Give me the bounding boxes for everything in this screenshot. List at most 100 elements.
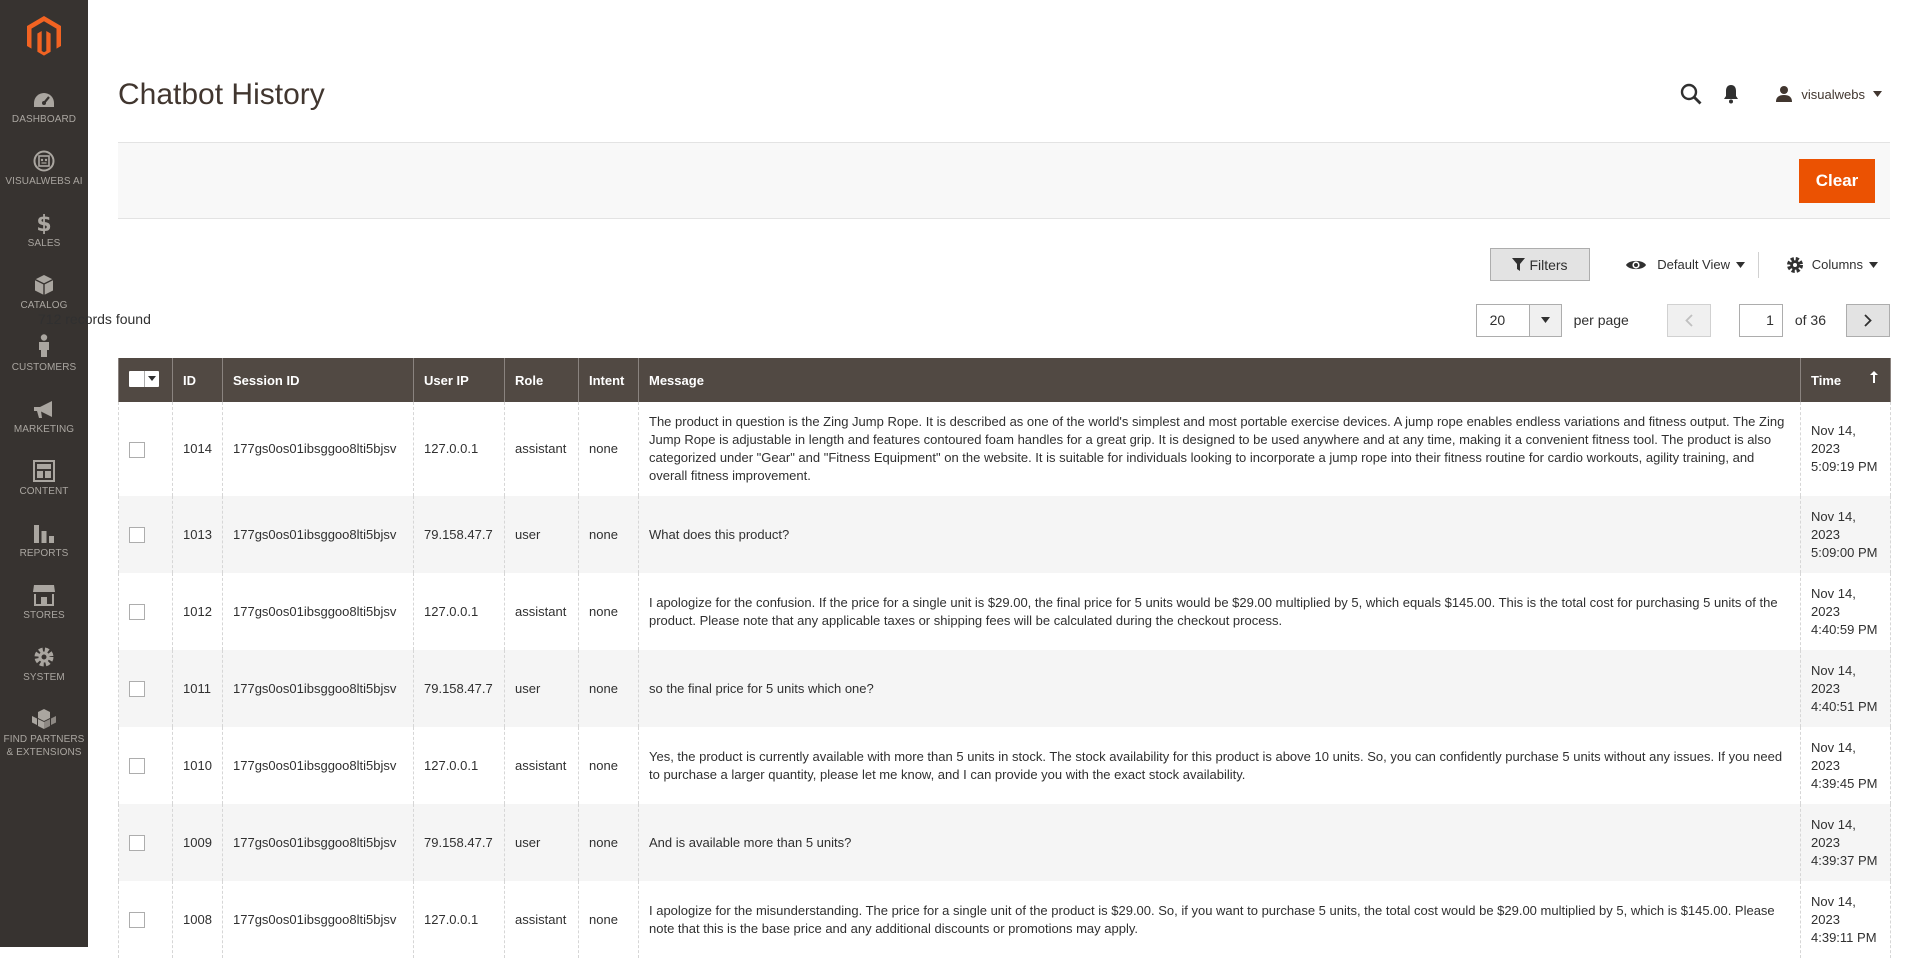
mass-select-header xyxy=(118,358,173,402)
notifications-button[interactable] xyxy=(1711,80,1751,108)
nav-stores[interactable]: Stores xyxy=(0,582,88,644)
nav-reports[interactable]: Reports xyxy=(0,520,88,582)
cell-message: so the final price for 5 units which one… xyxy=(638,650,1801,727)
row-select-cell xyxy=(118,496,173,573)
default-view-dropdown[interactable]: Default View xyxy=(1625,248,1745,281)
nav-marketing[interactable]: Marketing xyxy=(0,396,88,458)
chevron-down-icon xyxy=(1736,261,1745,268)
nav-sales[interactable]: $ Sales xyxy=(0,210,88,272)
cell-time: Nov 14, 2023 5:09:19 PM xyxy=(1800,402,1891,496)
table-row: 1010 177gs0os01ibsggoo8lti5bjsv 127.0.0.… xyxy=(118,727,1891,804)
cell-time: Nov 14, 2023 5:09:00 PM xyxy=(1800,496,1891,573)
table-row: 1009 177gs0os01ibsggoo8lti5bjsv 79.158.4… xyxy=(118,804,1891,881)
filters-button[interactable]: Filters xyxy=(1490,248,1590,281)
column-header-time-label: Time xyxy=(1811,372,1842,388)
row-checkbox[interactable] xyxy=(129,604,145,621)
nav-partners-extensions-label: Find Partners & Extensions xyxy=(3,734,85,758)
column-header-message[interactable]: Message xyxy=(638,358,1801,402)
time-clock: 4:40:59 PM xyxy=(1811,621,1878,637)
per-page-toggle[interactable] xyxy=(1528,304,1561,336)
cell-time: Nov 14, 2023 4:39:37 PM xyxy=(1800,804,1891,881)
next-page-button[interactable] xyxy=(1846,303,1890,337)
magento-logo-icon xyxy=(27,16,61,56)
megaphone-icon xyxy=(32,396,56,420)
default-view-label: Default View xyxy=(1657,257,1730,272)
mass-select-dropdown[interactable] xyxy=(129,370,159,387)
row-checkbox[interactable] xyxy=(129,912,145,929)
time-date: Nov 14, xyxy=(1811,508,1856,524)
cell-role: assistant xyxy=(504,881,579,958)
cell-session-id: 177gs0os01ibsggoo8lti5bjsv xyxy=(222,650,414,727)
time-clock: 5:09:19 PM xyxy=(1811,459,1878,474)
cell-role: assistant xyxy=(504,573,579,650)
header-actions: visualwebs xyxy=(1671,80,1882,108)
cell-message: What does this product? xyxy=(638,496,1801,573)
column-header-session-id[interactable]: Session ID xyxy=(222,358,414,402)
nav-content[interactable]: Content xyxy=(0,458,88,520)
cell-intent: none xyxy=(578,804,639,881)
bell-icon xyxy=(1724,85,1739,104)
global-search-button[interactable] xyxy=(1671,80,1711,108)
chevron-down-icon xyxy=(1873,91,1882,97)
user-icon xyxy=(1776,86,1793,102)
table-row: 1012 177gs0os01ibsggoo8lti5bjsv 127.0.0.… xyxy=(118,573,1891,650)
clear-button[interactable]: Clear xyxy=(1799,159,1875,203)
nav-dashboard-label: Dashboard xyxy=(11,114,77,125)
nav-dashboard[interactable]: Dashboard xyxy=(0,86,88,148)
filter-icon xyxy=(1512,258,1526,271)
table-row: 1013 177gs0os01ibsggoo8lti5bjsv 79.158.4… xyxy=(118,496,1891,573)
row-checkbox[interactable] xyxy=(129,441,145,458)
cell-session-id: 177gs0os01ibsggoo8lti5bjsv xyxy=(222,881,414,958)
time-clock: 4:39:37 PM xyxy=(1811,852,1878,868)
cell-user-ip: 79.158.47.7 xyxy=(413,650,505,727)
visualwebs-ai-icon xyxy=(33,148,55,172)
row-checkbox[interactable] xyxy=(129,835,145,852)
time-year: 2023 xyxy=(1811,680,1840,696)
row-checkbox[interactable] xyxy=(129,527,145,544)
toolbar-divider xyxy=(1758,252,1759,278)
cell-intent: none xyxy=(578,573,639,650)
cell-intent: none xyxy=(578,727,639,804)
nav-partners-extensions[interactable]: Find Partners & Extensions xyxy=(0,706,88,786)
nav-customers[interactable]: Customers xyxy=(0,334,88,396)
cell-id: 1009 xyxy=(172,804,223,881)
cell-session-id: 177gs0os01ibsggoo8lti5bjsv xyxy=(222,496,414,573)
row-checkbox[interactable] xyxy=(129,758,145,775)
eye-icon xyxy=(1626,260,1647,269)
row-checkbox[interactable] xyxy=(129,681,145,698)
cell-message: Yes, the product is currently available … xyxy=(638,727,1801,804)
previous-page-button[interactable] xyxy=(1666,303,1711,337)
user-account-menu[interactable]: visualwebs xyxy=(1775,85,1882,103)
nav-visualwebs-ai[interactable]: VisualWebs AI xyxy=(0,148,88,210)
magento-logo[interactable] xyxy=(0,0,88,86)
cell-intent: none xyxy=(578,402,639,496)
nav-marketing-label: Marketing xyxy=(13,424,75,435)
time-clock: 4:40:51 PM xyxy=(1811,698,1878,714)
columns-dropdown[interactable]: Columns xyxy=(1786,248,1878,281)
nav-system[interactable]: System xyxy=(0,644,88,706)
column-header-intent[interactable]: Intent xyxy=(578,358,639,402)
chevron-left-icon xyxy=(1685,313,1693,327)
cell-id: 1014 xyxy=(172,402,223,496)
column-header-role[interactable]: Role xyxy=(504,358,579,402)
column-header-time[interactable]: Time xyxy=(1800,358,1891,402)
time-year: 2023 xyxy=(1811,834,1840,850)
cell-user-ip: 79.158.47.7 xyxy=(413,804,505,881)
nav-system-label: System xyxy=(23,672,65,683)
time-clock: 4:39:45 PM xyxy=(1811,775,1878,791)
cell-user-ip: 127.0.0.1 xyxy=(413,573,505,650)
row-select-cell xyxy=(118,804,173,881)
time-year: 2023 xyxy=(1811,757,1840,773)
cell-session-id: 177gs0os01ibsggoo8lti5bjsv xyxy=(222,402,414,496)
per-page-select[interactable]: 20 xyxy=(1475,303,1562,337)
column-header-user-ip[interactable]: User IP xyxy=(413,358,505,402)
gear-icon xyxy=(33,644,55,668)
time-year: 2023 xyxy=(1811,441,1840,456)
layout-icon xyxy=(33,458,55,482)
column-header-id[interactable]: ID xyxy=(172,358,223,402)
chatbot-history-grid: ID Session ID User IP Role Intent Messag… xyxy=(118,358,1891,958)
current-page-input[interactable] xyxy=(1738,303,1783,337)
cell-message: The product in question is the Zing Jump… xyxy=(638,402,1801,496)
cell-time: Nov 14, 2023 4:39:11 PM xyxy=(1800,881,1891,958)
cell-id: 1008 xyxy=(172,881,223,958)
